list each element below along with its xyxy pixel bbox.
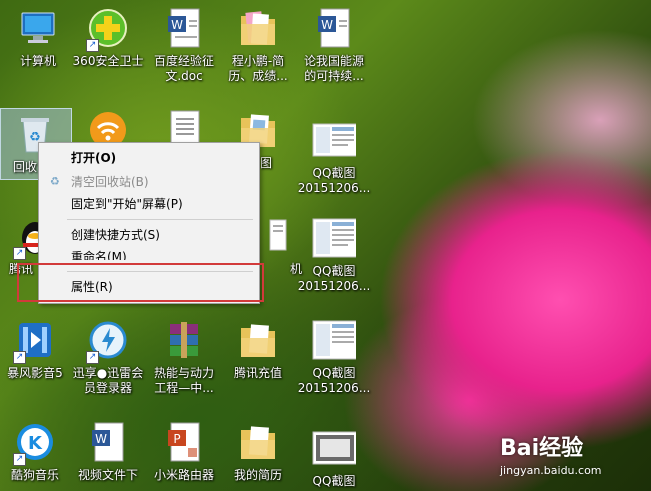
word-document-icon: W: [162, 6, 206, 50]
desktop-icon-tencent-recharge[interactable]: 腾讯充值: [220, 318, 296, 381]
desktop-icon-energy-doc[interactable]: W 论我国能源 的可持续...: [296, 6, 372, 84]
desktop-icon-my-resume[interactable]: 我的简历: [220, 420, 296, 483]
folder-icon: [236, 420, 280, 464]
screenshot-thumbnail-icon: [312, 426, 356, 470]
screenshot-thumbnail-icon: [312, 118, 356, 162]
shortcut-arrow-icon: ↗: [13, 247, 26, 260]
desktop-icon-resume-folder[interactable]: 程小鹏-简 历、成绩...: [220, 6, 296, 84]
kugou-music-icon: K ↗: [13, 420, 57, 466]
powerpoint-document-icon: P: [162, 420, 206, 464]
menu-item-create-shortcut[interactable]: 创建快捷方式(S): [39, 224, 259, 246]
desktop-icon-winrar[interactable]: 热能与动力 工程—中...: [146, 318, 222, 396]
svg-text:K: K: [28, 433, 43, 454]
shortcut-arrow-icon: ↗: [86, 39, 99, 52]
menu-item-rename[interactable]: 重命名(M): [39, 246, 259, 260]
winrar-archive-icon: [162, 318, 206, 362]
desktop-icon-qq-screenshot-1[interactable]: QQ截图 20151206...: [296, 118, 372, 196]
baofeng-player-icon: ↗: [13, 318, 57, 364]
shortcut-arrow-icon: ↗: [86, 351, 99, 364]
annotation-highlight-box: [17, 263, 264, 302]
desktop-icon-video-doc[interactable]: W 视频文件下: [70, 420, 146, 483]
screenshot-thumbnail-icon: [312, 216, 356, 260]
menu-item-empty-recycle-bin[interactable]: ♻ 清空回收站(B): [39, 171, 259, 193]
desktop-icon-qq-screenshot-4[interactable]: QQ截图: [296, 426, 372, 489]
computer-icon: [16, 6, 60, 50]
svg-text:W: W: [321, 18, 333, 32]
desktop-icon-computer[interactable]: 计算机: [0, 6, 76, 69]
svg-text:W: W: [171, 18, 183, 32]
desktop-icon-baofeng[interactable]: ↗ 暴风影音5: [0, 318, 73, 381]
shortcut-arrow-icon: ↗: [13, 453, 26, 466]
desktop-icon-360-security[interactable]: ↗ 360安全卫士: [70, 6, 146, 69]
xunlei-icon: ↗: [86, 318, 130, 364]
folder-icon: [236, 318, 280, 362]
desktop-icon-xunlei[interactable]: ↗ 迅享●迅雷会 员登录器: [70, 318, 146, 396]
baidu-watermark: Bai经验 jingyan.baidu.com: [500, 430, 602, 477]
shortcut-arrow-icon: ↗: [13, 351, 26, 364]
menu-separator: [67, 219, 253, 220]
word-document-icon: W: [312, 6, 356, 50]
folder-icon: [236, 6, 280, 50]
word-document-icon: W: [86, 420, 130, 464]
menu-item-open[interactable]: 打开(O): [39, 147, 259, 169]
svg-text:W: W: [95, 432, 107, 446]
desktop-icon-kugou[interactable]: K ↗ 酷狗音乐: [0, 420, 73, 483]
desktop-icon-xiaomi-router[interactable]: P 小米路由器: [146, 420, 222, 483]
watermark-url: jingyan.baidu.com: [500, 464, 602, 477]
screenshot-thumbnail-icon: [312, 318, 356, 362]
menu-item-pin-to-start[interactable]: 固定到"开始"屏幕(P): [39, 193, 259, 215]
360-security-icon: ↗: [86, 6, 130, 52]
desktop-icon-qq-screenshot-2[interactable]: QQ截图 20151206...: [296, 216, 372, 294]
desktop-icon-baidu-doc[interactable]: W 百度经验征 文.doc: [146, 6, 222, 84]
svg-text:P: P: [173, 432, 180, 446]
recycle-small-icon: ♻: [50, 175, 60, 188]
watermark-logo: Bai经验: [500, 436, 584, 461]
desktop-icon-qq-screenshot-3[interactable]: QQ截图 20151206...: [296, 318, 372, 396]
